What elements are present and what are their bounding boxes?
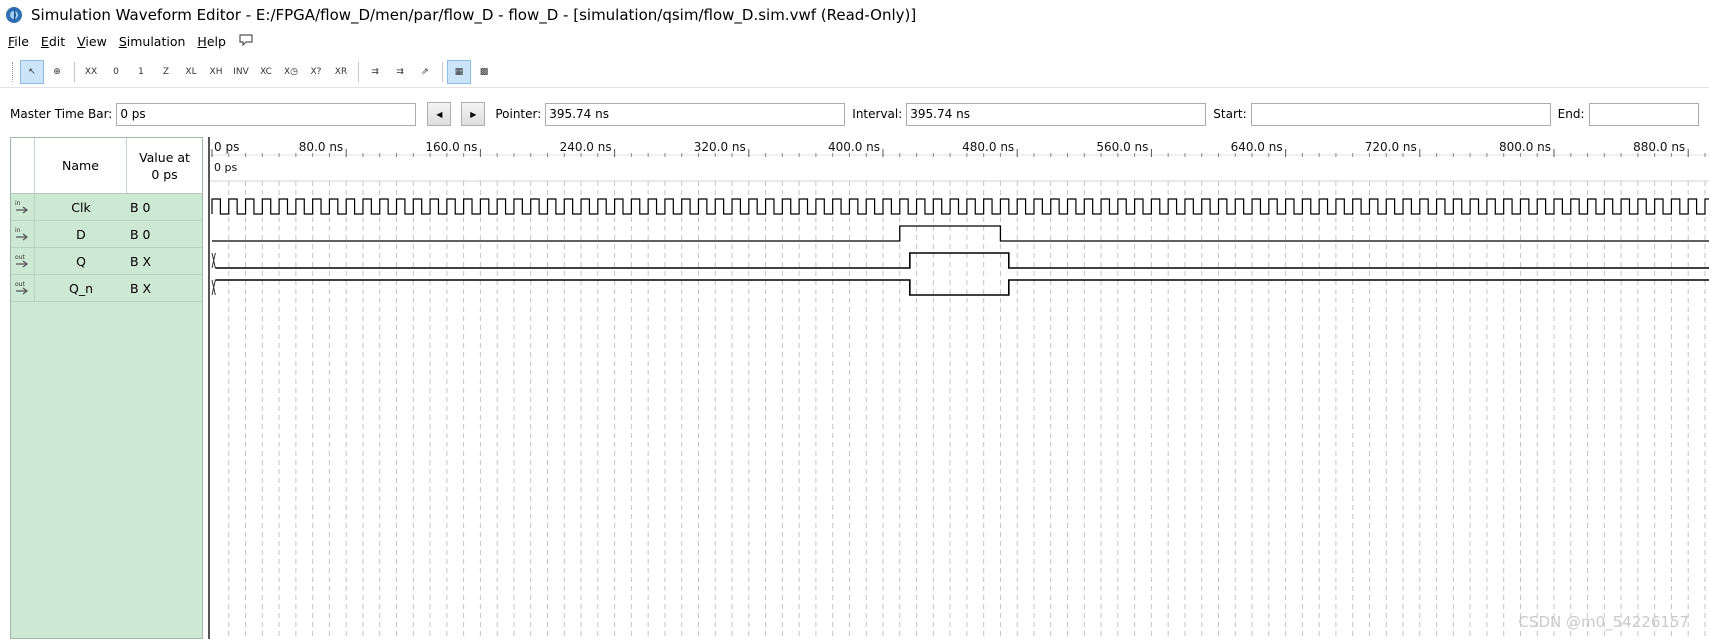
run-timing-icon[interactable]: ⇉ (388, 60, 412, 84)
time-label: 880.0 ns (1633, 140, 1685, 154)
toolbar-grip[interactable] (12, 61, 16, 82)
q-n-waveform (215, 279, 1709, 296)
pointer-label: Pointer: (495, 107, 542, 121)
toolbar: ↖ ⊕ XX 0 1 Z XL XH INV XC X◷ X? XR ⇉ ⇉ ⇗ ▦ ▩ (0, 56, 1709, 88)
previous-transition-button[interactable]: ◀ (427, 102, 452, 126)
unknown-x-marker (211, 252, 216, 269)
signal-name: Q_n (68, 280, 93, 296)
zoom-icon[interactable]: ⊕ (45, 60, 69, 84)
value-l-icon[interactable]: XL (179, 60, 203, 84)
input-pin-icon: in (11, 193, 35, 221)
start-label: Start: (1213, 107, 1247, 121)
menu-file[interactable]: File (2, 34, 35, 49)
time-label: 800.0 ns (1499, 140, 1551, 154)
value-z-icon[interactable]: Z (154, 60, 178, 84)
value-header-line1: Value at (139, 149, 190, 165)
svg-text:in: in (15, 200, 21, 207)
output-pin-icon: out (11, 274, 35, 302)
signal-rows: in Clk B 0 in D B 0 out Q B X out Q_n B X (11, 193, 202, 302)
value-header-line2: 0 ps (151, 166, 178, 182)
time-label: 240.0 ns (560, 140, 612, 154)
output-pin-icon: out (11, 247, 35, 275)
master-time-bar-field[interactable]: 0 ps (116, 102, 417, 126)
menu-bar: File Edit View Simulation Help (0, 30, 1709, 52)
signal-table-header: Name Value at 0 ps (11, 138, 202, 194)
next-transition-button[interactable]: ▶ (461, 102, 486, 126)
title-bar: Simulation Waveform Editor - E:/FPGA/flo… (0, 0, 1709, 30)
random-value-icon[interactable]: X? (304, 60, 328, 84)
arbitrary-value-icon[interactable]: XR (329, 60, 353, 84)
time-bar: Master Time Bar: 0 ps ◀ ▶ Pointer: 395.7… (0, 94, 1709, 134)
name-column-header[interactable]: Name (35, 138, 127, 193)
waveform-panel[interactable]: 0 ps 80.0 ns 160.0 ns 240.0 ns 320.0 ns 400.0… (208, 137, 1709, 639)
svg-text:out: out (15, 281, 25, 288)
value-0-icon[interactable]: 0 (104, 60, 128, 84)
signal-name: Clk (71, 199, 91, 215)
pointer-field[interactable]: 395.74 ns (545, 102, 846, 126)
signal-name-panel: Name Value at 0 ps in Clk B 0 in D B 0 out Q B X… (10, 137, 203, 639)
signal-value: B 0 (130, 199, 151, 215)
clk-waveform (211, 198, 1709, 215)
waveform-canvas[interactable]: 0 ps 80.0 ns 160.0 ns 240.0 ns 320.0 ns 400.0… (210, 137, 1709, 639)
time-label: 400.0 ns (828, 140, 880, 154)
signal-row[interactable]: in D B 0 (11, 220, 202, 248)
invert-icon[interactable]: INV (229, 60, 253, 84)
input-pin-icon: in (11, 220, 35, 248)
menu-help[interactable]: Help (191, 34, 232, 49)
interval-field[interactable]: 395.74 ns (906, 102, 1207, 126)
grid-icon[interactable]: ▩ (472, 60, 496, 84)
unknown-x-marker (211, 279, 216, 296)
start-field[interactable] (1250, 102, 1551, 126)
time-label: 640.0 ns (1231, 140, 1283, 154)
value-1-icon[interactable]: 1 (129, 60, 153, 84)
header-icon-column (11, 138, 35, 193)
quartus-logo-icon (6, 7, 22, 23)
time-label: 0 ps (214, 140, 239, 154)
signal-value: B X (130, 253, 152, 269)
watermark: CSDN @m0_54226157 (1518, 613, 1689, 631)
value-column-header[interactable]: Value at 0 ps (127, 138, 202, 193)
end-field[interactable] (1588, 102, 1699, 126)
time-label: 720.0 ns (1365, 140, 1417, 154)
signal-name: Q (76, 253, 86, 269)
toolbar-separator (358, 61, 359, 82)
clock-icon[interactable]: X◷ (279, 60, 303, 84)
signal-value: B X (130, 280, 152, 296)
toolbar-separator (74, 61, 75, 82)
time-label: 80.0 ns (299, 140, 343, 154)
value-h-icon[interactable]: XH (204, 60, 228, 84)
end-label: End: (1557, 107, 1585, 121)
master-time-bar-label: Master Time Bar: (10, 107, 113, 121)
signal-value: B 0 (130, 226, 151, 242)
menu-edit[interactable]: Edit (35, 34, 71, 49)
time-label: 560.0 ns (1096, 140, 1148, 154)
time-label: 160.0 ns (425, 140, 477, 154)
netlist-icon[interactable]: ⇗ (413, 60, 437, 84)
time-label: 320.0 ns (694, 140, 746, 154)
signal-row[interactable]: in Clk B 0 (11, 193, 202, 221)
menu-simulation[interactable]: Simulation (113, 34, 192, 49)
time-label: 480.0 ns (962, 140, 1014, 154)
count-value-icon[interactable]: XC (254, 60, 278, 84)
signal-row[interactable]: out Q_n B X (11, 274, 202, 302)
q-waveform (215, 252, 1709, 269)
arrow-pointer-icon[interactable]: ↖ (20, 59, 44, 84)
window-title: Simulation Waveform Editor - E:/FPGA/flo… (31, 6, 917, 24)
run-functional-icon[interactable]: ⇉ (363, 60, 387, 84)
interval-label: Interval: (852, 107, 903, 121)
svg-text:out: out (15, 254, 25, 261)
d-waveform (212, 225, 1709, 242)
snap-grid-icon[interactable]: ▦ (447, 59, 471, 84)
cursor-label: 0 ps (214, 161, 237, 174)
toolbar-separator (442, 61, 443, 82)
menu-view[interactable]: View (71, 34, 113, 49)
svg-text:in: in (15, 227, 21, 234)
signal-name: D (76, 226, 86, 242)
search-help-icon[interactable] (232, 33, 260, 50)
signal-row[interactable]: out Q B X (11, 247, 202, 275)
value-x-icon[interactable]: XX (79, 60, 103, 84)
